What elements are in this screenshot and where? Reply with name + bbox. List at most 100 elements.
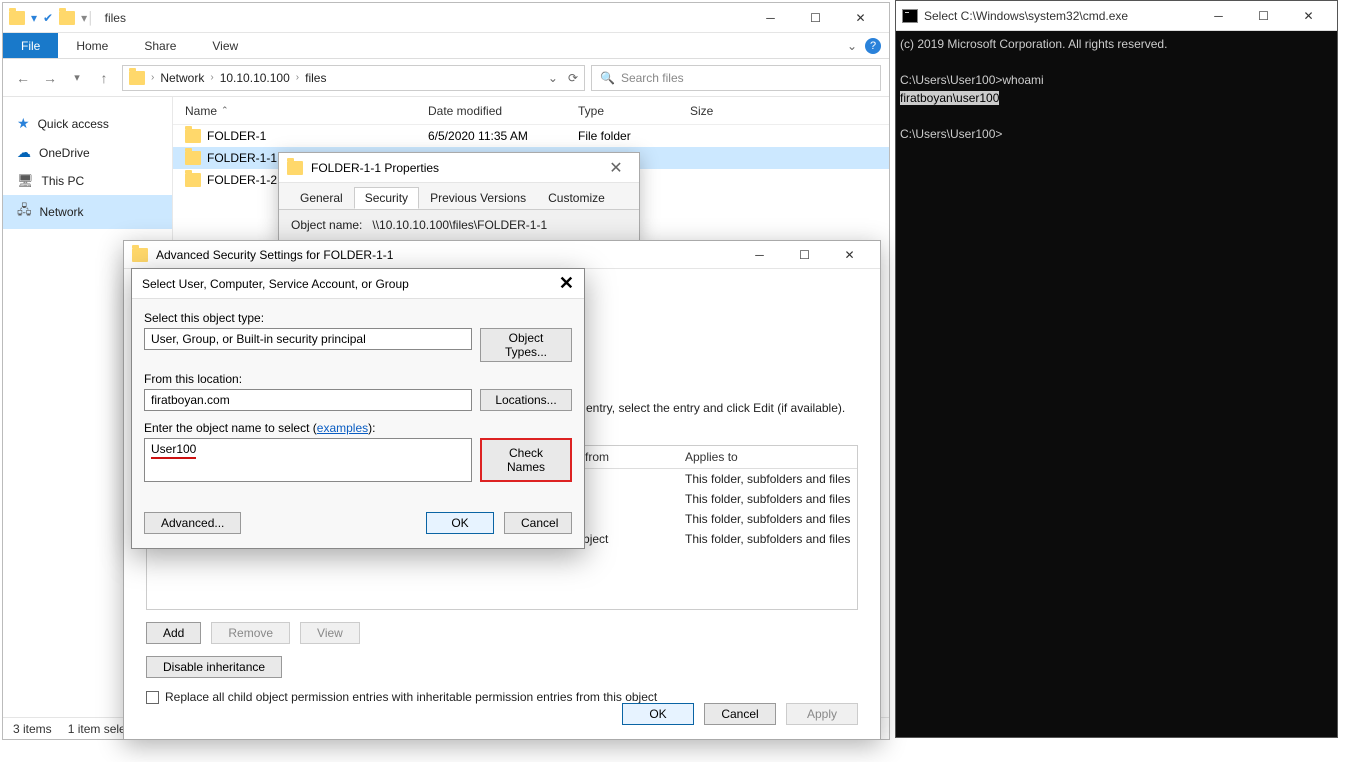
addr-dropdown-icon[interactable]: ⌄ <box>548 71 558 85</box>
adv-minimize-button[interactable]: ─ <box>737 241 782 269</box>
object-name-input[interactable]: User100 <box>144 438 472 482</box>
properties-title-bar: FOLDER-1-1 Properties ✕ <box>279 153 639 183</box>
address-bar[interactable]: › Network › 10.10.10.100 › files ⌄ ⟳ <box>122 65 585 91</box>
col-header-modified[interactable]: Date modified <box>428 104 578 118</box>
addr-part-folder[interactable]: files <box>305 71 326 85</box>
view-button: View <box>300 622 360 644</box>
check-names-button[interactable]: Check Names <box>480 438 572 482</box>
table-row[interactable]: FOLDER-1 6/5/2020 11:35 AM File folder <box>173 125 889 147</box>
examples-link[interactable]: examples <box>317 421 368 435</box>
advanced-button[interactable]: Advanced... <box>144 512 241 534</box>
add-button[interactable]: Add <box>146 622 201 644</box>
forward-button[interactable]: → <box>38 66 62 90</box>
replace-checkbox[interactable] <box>146 691 159 704</box>
disable-inheritance-button[interactable]: Disable inheritance <box>146 656 282 678</box>
maximize-button[interactable]: ☐ <box>793 4 838 32</box>
adv-title: Advanced Security Settings for FOLDER-1-… <box>156 248 393 262</box>
object-type-label: Select this object type: <box>144 311 572 325</box>
remove-button: Remove <box>211 622 290 644</box>
adv-maximize-button[interactable]: ☐ <box>782 241 827 269</box>
help-icon[interactable]: ? <box>865 38 881 54</box>
object-name-label: Object name: <box>291 218 362 232</box>
sidebar-this-pc[interactable]: 🖥This PC <box>3 167 172 195</box>
object-types-button[interactable]: Object Types... <box>480 328 572 362</box>
explorer-title-bar: ▾ ✔ ▾ │ files ─ ☐ ✕ <box>3 3 889 33</box>
cmd-selection: firatboyan\user100 <box>900 91 999 105</box>
perm-col-applies[interactable]: Applies to <box>685 450 857 464</box>
select-user-title: Select User, Computer, Service Account, … <box>142 277 409 291</box>
properties-title: FOLDER-1-1 Properties <box>311 161 439 175</box>
qat: ▾ ✔ ▾ <box>9 11 87 25</box>
locations-button[interactable]: Locations... <box>480 389 572 411</box>
col-header-name[interactable]: Name⌃ <box>173 104 428 118</box>
sidebar-onedrive[interactable]: ☁OneDrive <box>3 138 172 167</box>
search-placeholder: Search files <box>621 71 684 85</box>
object-name-label: Enter the object name to select (example… <box>144 421 572 435</box>
file-tab[interactable]: File <box>3 33 58 58</box>
object-name-value: User100 <box>151 441 196 459</box>
ribbon-expand-icon[interactable]: ⌄ <box>847 39 857 53</box>
col-header-type[interactable]: Type <box>578 104 690 118</box>
select-user-dialog: Select User, Computer, Service Account, … <box>131 268 585 549</box>
cmd-title: Select C:\Windows\system32\cmd.exe <box>924 9 1128 23</box>
folder-icon <box>9 11 25 25</box>
object-type-field <box>144 328 472 350</box>
adv-close-button[interactable]: ✕ <box>827 241 872 269</box>
share-tab[interactable]: Share <box>126 33 194 58</box>
minimize-button[interactable]: ─ <box>748 4 793 32</box>
view-tab[interactable]: View <box>194 33 256 58</box>
sidebar-network[interactable]: 🖧Network <box>3 195 172 229</box>
search-box[interactable]: 🔍 Search files <box>591 65 881 91</box>
addr-part-network[interactable]: Network <box>160 71 204 85</box>
tab-general[interactable]: General <box>289 187 354 209</box>
cmd-icon <box>902 9 918 23</box>
select-user-close-button[interactable]: ✕ <box>559 273 574 294</box>
qat-checkmark-icon[interactable]: ✔ <box>43 11 53 25</box>
location-field <box>144 389 472 411</box>
cancel-button[interactable]: Cancel <box>504 512 572 534</box>
search-icon: 🔍 <box>600 71 615 85</box>
close-button[interactable]: ✕ <box>838 4 883 32</box>
sidebar-quick-access[interactable]: ★Quick access <box>3 109 172 138</box>
cmd-output[interactable]: (c) 2019 Microsoft Corporation. All righ… <box>896 31 1337 147</box>
qat-props-icon[interactable]: ▾ <box>31 11 37 25</box>
folder-icon <box>132 248 148 262</box>
tab-security[interactable]: Security <box>354 187 419 209</box>
star-icon: ★ <box>17 115 30 132</box>
ribbon: File Home Share View ⌄ ? <box>3 33 889 59</box>
history-dropdown[interactable]: ▾ <box>65 66 89 90</box>
ok-button[interactable]: OK <box>622 703 694 725</box>
tab-customize[interactable]: Customize <box>537 187 616 209</box>
cancel-button[interactable]: Cancel <box>704 703 776 725</box>
nav-row: ← → ▾ ↑ › Network › 10.10.10.100 › files… <box>3 59 889 97</box>
ok-button[interactable]: OK <box>426 512 494 534</box>
apply-button: Apply <box>786 703 858 725</box>
folder-icon <box>185 129 201 143</box>
up-button[interactable]: ↑ <box>92 66 116 90</box>
select-user-title-bar: Select User, Computer, Service Account, … <box>132 269 584 299</box>
home-tab[interactable]: Home <box>58 33 126 58</box>
sort-asc-icon: ⌃ <box>221 105 229 116</box>
folder-icon <box>185 173 201 187</box>
back-button[interactable]: ← <box>11 66 35 90</box>
cmd-minimize-button[interactable]: ─ <box>1196 2 1241 30</box>
props-close-button[interactable]: ✕ <box>601 158 631 178</box>
status-items: 3 items <box>13 722 52 736</box>
window-title: files <box>105 11 126 25</box>
network-icon: 🖧 <box>17 201 32 223</box>
tab-previous-versions[interactable]: Previous Versions <box>419 187 537 209</box>
cmd-title-bar: Select C:\Windows\system32\cmd.exe ─ ☐ ✕ <box>896 1 1337 31</box>
refresh-icon[interactable]: ⟳ <box>568 71 578 85</box>
addr-folder-icon <box>129 71 145 85</box>
cmd-close-button[interactable]: ✕ <box>1286 2 1331 30</box>
object-name-value: \\10.10.10.100\files\FOLDER-1-1 <box>372 218 547 232</box>
location-label: From this location: <box>144 372 572 386</box>
addr-part-ip[interactable]: 10.10.10.100 <box>220 71 290 85</box>
folder-icon <box>287 161 303 175</box>
qat-newfolder-icon[interactable] <box>59 11 75 25</box>
properties-dialog: FOLDER-1-1 Properties ✕ General Security… <box>278 152 640 242</box>
properties-tabs: General Security Previous Versions Custo… <box>279 183 639 210</box>
cmd-window: Select C:\Windows\system32\cmd.exe ─ ☐ ✕… <box>895 0 1338 738</box>
col-header-size[interactable]: Size <box>690 104 770 118</box>
cmd-maximize-button[interactable]: ☐ <box>1241 2 1286 30</box>
